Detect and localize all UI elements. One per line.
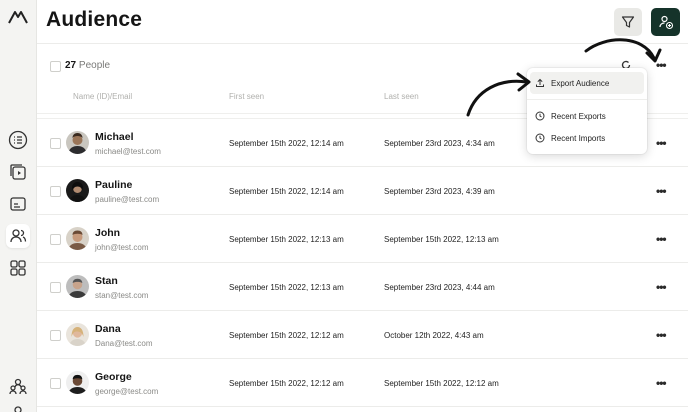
avatar — [66, 275, 89, 298]
filter-button[interactable] — [614, 8, 642, 36]
clock-icon — [535, 133, 545, 143]
menu-divider — [527, 99, 647, 100]
table-row[interactable]: Dana Dana@test.com September 15th 2022, … — [37, 311, 688, 359]
list-more-button[interactable]: ••• — [656, 58, 667, 72]
row-checkbox[interactable] — [50, 234, 61, 245]
row-email: Dana@test.com — [95, 339, 153, 348]
row-more-button[interactable]: ••• — [656, 184, 667, 198]
table-row[interactable]: John john@test.com September 15th 2022, … — [37, 215, 688, 263]
row-first-seen: September 15th 2022, 12:13 am — [229, 283, 344, 292]
row-email: john@test.com — [95, 243, 149, 252]
table-row[interactable]: Stan stan@test.com September 15th 2022, … — [37, 263, 688, 311]
row-checkbox[interactable] — [50, 330, 61, 341]
row-email: stan@test.com — [95, 291, 149, 300]
filter-icon — [621, 16, 635, 28]
menu-item-recent-imports[interactable]: Recent Imports — [530, 127, 644, 149]
row-name: Pauline — [95, 179, 133, 191]
column-header-first-seen: First seen — [229, 92, 265, 101]
row-last-seen: September 15th 2022, 12:12 am — [384, 379, 499, 388]
row-first-seen: September 15th 2022, 12:13 am — [229, 235, 344, 244]
page-title: Audience — [46, 8, 143, 31]
actions-dropdown-menu: Export Audience Recent Exports Recent Im… — [527, 68, 647, 154]
row-name: John — [95, 227, 121, 239]
team-icon — [9, 378, 27, 395]
row-checkbox[interactable] — [50, 282, 61, 293]
row-more-button[interactable]: ••• — [656, 280, 667, 294]
row-email: pauline@test.com — [95, 195, 160, 204]
avatar — [66, 323, 89, 346]
sidebar — [0, 0, 37, 412]
main-content: Audience 27 People ••• Name (ID)/Email F… — [37, 0, 688, 412]
row-first-seen: September 15th 2022, 12:14 am — [229, 187, 344, 196]
row-more-button[interactable]: ••• — [656, 376, 667, 390]
row-more-button[interactable]: ••• — [656, 136, 667, 150]
settings-icon — [14, 406, 22, 412]
menu-item-export-audience[interactable]: Export Audience — [530, 72, 644, 94]
clock-icon — [535, 111, 545, 121]
list-circle-icon — [8, 130, 28, 150]
sidebar-item-audience[interactable] — [6, 224, 30, 248]
row-first-seen: September 15th 2022, 12:12 am — [229, 379, 344, 388]
upload-icon — [535, 78, 545, 88]
select-all-checkbox[interactable] — [50, 61, 61, 72]
row-email: michael@test.com — [95, 147, 161, 156]
row-last-seen: October 12th 2022, 4:43 am — [384, 331, 484, 340]
video-stack-icon — [10, 164, 26, 180]
column-header-last-seen: Last seen — [384, 92, 419, 101]
row-name: Stan — [95, 275, 118, 287]
logo-icon[interactable] — [8, 8, 28, 26]
row-last-seen: September 23rd 2023, 4:34 am — [384, 139, 495, 148]
menu-item-recent-exports[interactable]: Recent Exports — [530, 105, 644, 127]
row-last-seen: September 23rd 2023, 4:39 am — [384, 187, 495, 196]
menu-item-label: Recent Imports — [551, 133, 606, 143]
row-more-button[interactable]: ••• — [656, 328, 667, 342]
sidebar-item-media[interactable] — [6, 160, 30, 184]
row-more-button[interactable]: ••• — [656, 232, 667, 246]
sidebar-item-team[interactable] — [6, 374, 30, 398]
column-header-name: Name (ID)/Email — [73, 92, 133, 101]
row-last-seen: September 23rd 2023, 4:44 am — [384, 283, 495, 292]
row-checkbox[interactable] — [50, 186, 61, 197]
row-first-seen: September 15th 2022, 12:14 am — [229, 139, 344, 148]
sidebar-item-list[interactable] — [6, 128, 30, 152]
people-count-suffix: People — [78, 60, 111, 71]
row-first-seen: September 15th 2022, 12:12 am — [229, 331, 344, 340]
card-icon — [10, 197, 26, 211]
row-email: george@test.com — [95, 387, 159, 396]
sidebar-item-apps[interactable] — [6, 256, 30, 280]
grid-icon — [10, 260, 26, 276]
avatar — [66, 371, 89, 394]
menu-item-label: Recent Exports — [551, 111, 606, 121]
avatar — [66, 179, 89, 202]
row-name: Dana — [95, 323, 121, 335]
avatar — [66, 227, 89, 250]
add-user-icon — [658, 15, 673, 30]
row-name: George — [95, 371, 132, 383]
people-count-number: 27 — [65, 60, 77, 71]
table-row[interactable]: Pauline pauline@test.com September 15th … — [37, 167, 688, 215]
people-count: 27 People — [65, 60, 110, 71]
header-divider — [37, 43, 688, 44]
row-checkbox[interactable] — [50, 138, 61, 149]
avatar — [66, 131, 89, 154]
add-user-button[interactable] — [651, 8, 680, 36]
sidebar-item-cards[interactable] — [6, 192, 30, 216]
users-icon — [10, 229, 27, 243]
menu-item-label: Export Audience — [551, 78, 610, 88]
table-row[interactable]: George george@test.com September 15th 20… — [37, 359, 688, 407]
sidebar-item-settings[interactable] — [6, 404, 30, 412]
row-checkbox[interactable] — [50, 378, 61, 389]
row-name: Michael — [95, 131, 134, 143]
row-last-seen: September 15th 2022, 12:13 am — [384, 235, 499, 244]
